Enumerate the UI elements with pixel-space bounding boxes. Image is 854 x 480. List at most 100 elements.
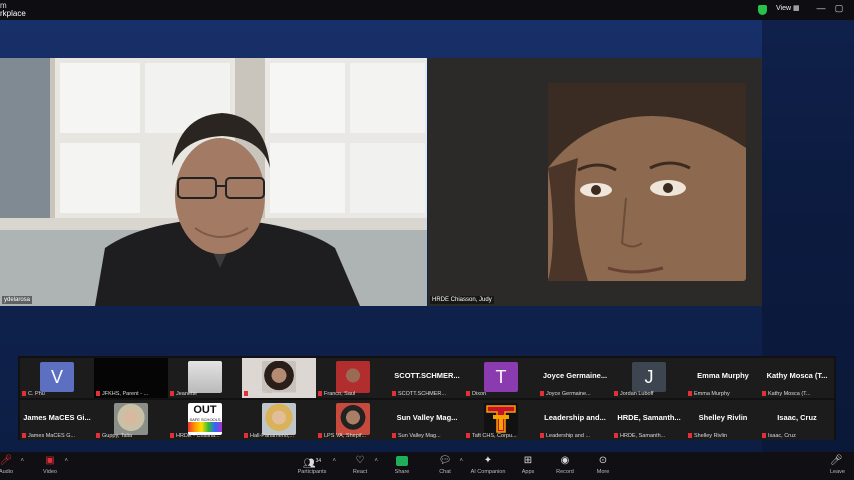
- more-icon: ⊙: [598, 455, 608, 466]
- participant-tile[interactable]: Shelley Rivlin Shelley Rivlin: [686, 400, 760, 440]
- participant-tile[interactable]: Leadership and... Leadership and ...: [538, 400, 612, 440]
- leave-button[interactable]: 🎤︎ Leave: [830, 454, 854, 476]
- apps-button[interactable]: ⊞ Apps: [508, 454, 548, 476]
- participants-icon: 👥︎34: [302, 458, 322, 470]
- video-button[interactable]: ▣ Video ˄: [30, 454, 70, 476]
- participant-name: HRDE, Samanth...: [614, 433, 684, 439]
- record-label: Record: [556, 469, 574, 475]
- ai-companion-label: AI Companion: [470, 469, 506, 475]
- participant-tile[interactable]: JFKHS, Parent - ...: [94, 358, 168, 398]
- participants-label: Participants: [297, 469, 327, 475]
- participant-name: Shelley Rivlin: [688, 433, 758, 439]
- chiasson-video-frame: [428, 58, 762, 306]
- participant-name: Franco, Saul: [318, 391, 388, 397]
- participant-display-name: Kathy Mosca (T...: [766, 371, 828, 380]
- participant-photo: [262, 403, 296, 435]
- view-button[interactable]: View ▦: [776, 4, 800, 12]
- participant-tile[interactable]: T Dixon: [464, 358, 538, 398]
- participant-name: C. Phu: [22, 391, 92, 397]
- chat-button[interactable]: 💬︎ Chat ˄: [425, 454, 465, 476]
- participant-tile[interactable]: Kathy Mosca (T... Kathy Mosca (T...: [760, 358, 834, 398]
- logo-text-big: OUT: [193, 404, 217, 416]
- view-label: View: [776, 5, 792, 12]
- speaker-video-frame: [0, 58, 427, 306]
- participant-display-name: Isaac, Cruz: [777, 413, 817, 422]
- minimize-button[interactable]: —: [814, 3, 828, 13]
- participant-tile[interactable]: Jeanette: [168, 358, 242, 398]
- restore-icon: ▢: [834, 3, 844, 13]
- app-title-line2: rkplace: [0, 9, 26, 18]
- share-button[interactable]: Share: [382, 454, 422, 476]
- participant-tile[interactable]: LPS VA, Shepif...: [316, 400, 390, 440]
- participant-name: LPSUL - Izquierdo, ...: [244, 391, 314, 397]
- participant-photo: [336, 361, 370, 393]
- participant-display-name: James MaCES Gi...: [23, 413, 91, 422]
- participant-tile[interactable]: J Jordan Luboff: [612, 358, 686, 398]
- participant-name: Hall-Panameno,...: [244, 433, 314, 439]
- participant-tile[interactable]: V C. Phu: [20, 358, 94, 398]
- leave-label: Leave: [830, 469, 845, 475]
- chevron-up-icon[interactable]: ˄: [332, 458, 336, 464]
- restore-button[interactable]: ▢: [834, 3, 844, 14]
- title-bar: m rkplace View ▦ — ▢: [0, 0, 854, 20]
- participant-tile[interactable]: Isaac, Cruz Isaac, Cruz: [760, 400, 834, 440]
- out-safe-schools-logo: OUT SAFE SCHOOLS: [188, 403, 222, 435]
- participant-display-name: SCOTT.SCHMER...: [394, 371, 460, 380]
- grid-icon: ▦: [793, 5, 800, 12]
- participant-tile[interactable]: Taft CHS, Corpu...: [464, 400, 538, 440]
- chevron-up-icon[interactable]: ˄: [459, 458, 463, 464]
- participant-tile[interactable]: OUT SAFE SCHOOLS HRDE - Cristina...: [168, 400, 242, 440]
- participant-tile[interactable]: HRDE, Samanth... HRDE, Samanth...: [612, 400, 686, 440]
- video-tile-chiasson[interactable]: HRDE Chiasson, Judy: [428, 58, 762, 306]
- rainbow-bar: [188, 422, 222, 432]
- chevron-up-icon[interactable]: ˄: [374, 458, 378, 464]
- participant-tile[interactable]: Emma Murphy Emma Murphy: [686, 358, 760, 398]
- chevron-up-icon[interactable]: ˄: [20, 458, 24, 464]
- participant-tile[interactable]: LPSUL - Izquierdo, ...: [242, 358, 316, 398]
- audio-label: Audio: [0, 469, 14, 475]
- participant-name: Taft CHS, Corpu...: [466, 433, 536, 439]
- participants-button[interactable]: 👥︎34 Participants ˄: [292, 454, 336, 476]
- chiasson-name-label: HRDE Chiasson, Judy: [430, 296, 494, 304]
- shield-icon[interactable]: [758, 5, 767, 15]
- participant-name: Jeanette: [170, 391, 240, 397]
- participant-display-name: Leadership and...: [544, 413, 606, 422]
- app-title: m rkplace: [0, 2, 26, 18]
- react-button[interactable]: ♡ React ˄: [340, 454, 380, 476]
- participants-count: 34: [315, 458, 322, 464]
- participant-name: James MaCES G...: [22, 433, 92, 439]
- logo-text-small: SAFE SCHOOLS: [189, 417, 221, 422]
- participant-photo: [188, 361, 222, 393]
- participant-tile[interactable]: James MaCES Gi... James MaCES G...: [20, 400, 94, 440]
- share-icon: [382, 454, 422, 468]
- participant-strip: V C. Phu JFKHS, Parent - ... Jeanette LP…: [18, 356, 836, 440]
- participant-name: Jordan Luboff: [614, 391, 684, 397]
- participant-tile[interactable]: Guppy, Talia: [94, 400, 168, 440]
- participant-name: Isaac, Cruz: [762, 433, 832, 439]
- leave-icon: 🎤︎: [830, 455, 843, 466]
- avatar: J: [632, 362, 666, 392]
- participant-display-name: HRDE, Samanth...: [617, 413, 681, 422]
- participant-tile[interactable]: Joyce Germaine... Joyce Germaine...: [538, 358, 612, 398]
- audio-button[interactable]: 🎤︎ Audio ˄: [0, 454, 26, 476]
- participant-name: Kathy Mosca (T...: [762, 391, 832, 397]
- participant-name: Guppy, Talia: [96, 433, 166, 439]
- participant-tile[interactable]: Sun Valley Mag... Sun Valley Mag...: [390, 400, 464, 440]
- video-label: Video: [43, 469, 57, 475]
- participant-photo: [336, 403, 370, 435]
- participant-tile[interactable]: SCOTT.SCHMER... SCOTT.SCHMER...: [390, 358, 464, 398]
- video-tile-speaker[interactable]: ydelarosa: [0, 58, 427, 306]
- ai-companion-button[interactable]: ✦ AI Companion: [468, 454, 508, 476]
- participant-name: Leadership and ...: [540, 433, 610, 439]
- participant-tile[interactable]: Hall-Panameno,...: [242, 400, 316, 440]
- more-button[interactable]: ⊙ More: [583, 454, 623, 476]
- avatar: T: [484, 362, 518, 392]
- participant-name: Sun Valley Mag...: [392, 433, 462, 439]
- more-label: More: [596, 469, 610, 475]
- meeting-toolbar: 🎤︎ Audio ˄ ▣ Video ˄ 👥︎34 Participants ˄…: [0, 452, 854, 480]
- participant-photo: [262, 361, 296, 393]
- participant-photo: [114, 403, 148, 435]
- chevron-up-icon[interactable]: ˄: [64, 458, 68, 464]
- record-button[interactable]: ◉ Record: [545, 454, 585, 476]
- participant-tile[interactable]: Franco, Saul: [316, 358, 390, 398]
